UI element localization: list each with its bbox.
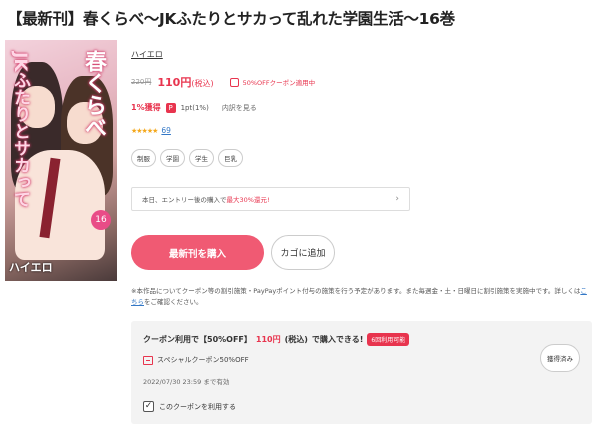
coupon-checkbox-icon: [229, 77, 239, 87]
cover-subtitle: JKふたりとサカって: [10, 52, 30, 208]
points-amount: 1pt(1%): [180, 103, 209, 112]
coupon-headline-suffix: で購入できる!: [311, 335, 364, 344]
coupon-headline-prefix: クーポン利用で【50%OFF】: [143, 335, 252, 344]
original-price: 220円: [131, 78, 152, 86]
tag-chip[interactable]: 巨乳: [218, 149, 243, 167]
coupon-usage-badge: 6回利用可能: [367, 333, 410, 346]
coupon-applied-label: 50%OFFクーポン適用中: [242, 79, 316, 87]
coupon-headline-price: 110円: [255, 335, 281, 344]
campaign-banner[interactable]: 本日、エントリー後の購入で最大30%還元! ›: [131, 187, 410, 211]
tag-chip[interactable]: 学園: [160, 149, 185, 167]
page-title: 【最新刊】春くらべ〜JKふたりとサカって乱れた学園生活〜16巻: [7, 10, 455, 28]
author-link[interactable]: ハイエロ: [131, 49, 163, 60]
cover-author-mark: ハイエロ: [9, 261, 53, 274]
add-to-cart-button[interactable]: カゴに追加: [271, 235, 335, 270]
coupon-name-row: スペシャルクーポン50%OFF: [143, 355, 249, 365]
coupon-headline-tax: (税込): [284, 335, 308, 344]
campaign-text: 本日、エントリー後の購入で最大30%還元!: [142, 194, 270, 204]
buy-latest-button[interactable]: 最新刊を購入: [131, 235, 264, 270]
points-percent: 1%獲得: [131, 103, 161, 112]
rating-row: ★★★★★ 69: [131, 126, 171, 135]
cover-title: 春くらべ: [81, 50, 106, 138]
sale-price-tax: (税込): [191, 79, 214, 88]
tag-list: 制服 学園 学生 巨乳: [131, 149, 243, 167]
cover-volume-badge: 16: [91, 210, 111, 230]
coupon-panel: クーポン利用で【50%OFF】 110円 (税込) で購入できる! 6回利用可能…: [131, 321, 592, 424]
coupon-ticket-icon: [143, 355, 153, 365]
review-count-link[interactable]: 69: [161, 126, 171, 135]
points-row: 1%獲得 P 1pt(1%) 内訳を見る: [131, 102, 257, 113]
discount-notice-text: ※本作品についてクーポン等の割引施策・PayPayポイント付与の施策を行う予定が…: [131, 287, 581, 295]
coupon-headline: クーポン利用で【50%OFF】 110円 (税込) で購入できる! 6回利用可能: [143, 333, 410, 346]
campaign-text-prefix: 本日、エントリー後の購入で: [142, 196, 227, 204]
paypay-point-icon: P: [165, 102, 176, 113]
campaign-text-highlight: 最大30%還元!: [226, 196, 270, 204]
sale-price-value: 110円: [157, 76, 192, 89]
tag-chip[interactable]: 制服: [131, 149, 156, 167]
use-coupon-toggle[interactable]: ✓ このクーポンを利用する: [143, 401, 236, 412]
book-cover-image[interactable]: 春くらべ JKふたりとサカって 16 ハイエロ: [5, 40, 117, 281]
chevron-right-icon: ›: [395, 194, 399, 204]
discount-notice-suffix: をご確認ください。: [144, 298, 203, 306]
use-coupon-label: このクーポンを利用する: [159, 402, 236, 411]
points-detail-link[interactable]: 内訳を見る: [222, 103, 257, 113]
coupon-expiry: 2022/07/30 23:59 まで有効: [143, 378, 230, 386]
coupon-applied-indicator[interactable]: 50%OFFクーポン適用中: [229, 77, 316, 87]
price-row: 220円 110円(税込) 50%OFFクーポン適用中: [131, 75, 315, 89]
sale-price: 110円(税込): [157, 74, 213, 90]
coupon-name: スペシャルクーポン50%OFF: [157, 356, 249, 364]
tag-chip[interactable]: 学生: [189, 149, 214, 167]
checkbox-checked-icon[interactable]: ✓: [143, 401, 154, 412]
coupon-obtained-button[interactable]: 獲得済み: [540, 344, 580, 372]
discount-notice: ※本作品についてクーポン等の割引施策・PayPayポイント付与の施策を行う予定が…: [131, 286, 591, 308]
rating-stars-icon: ★★★★★: [131, 126, 158, 135]
